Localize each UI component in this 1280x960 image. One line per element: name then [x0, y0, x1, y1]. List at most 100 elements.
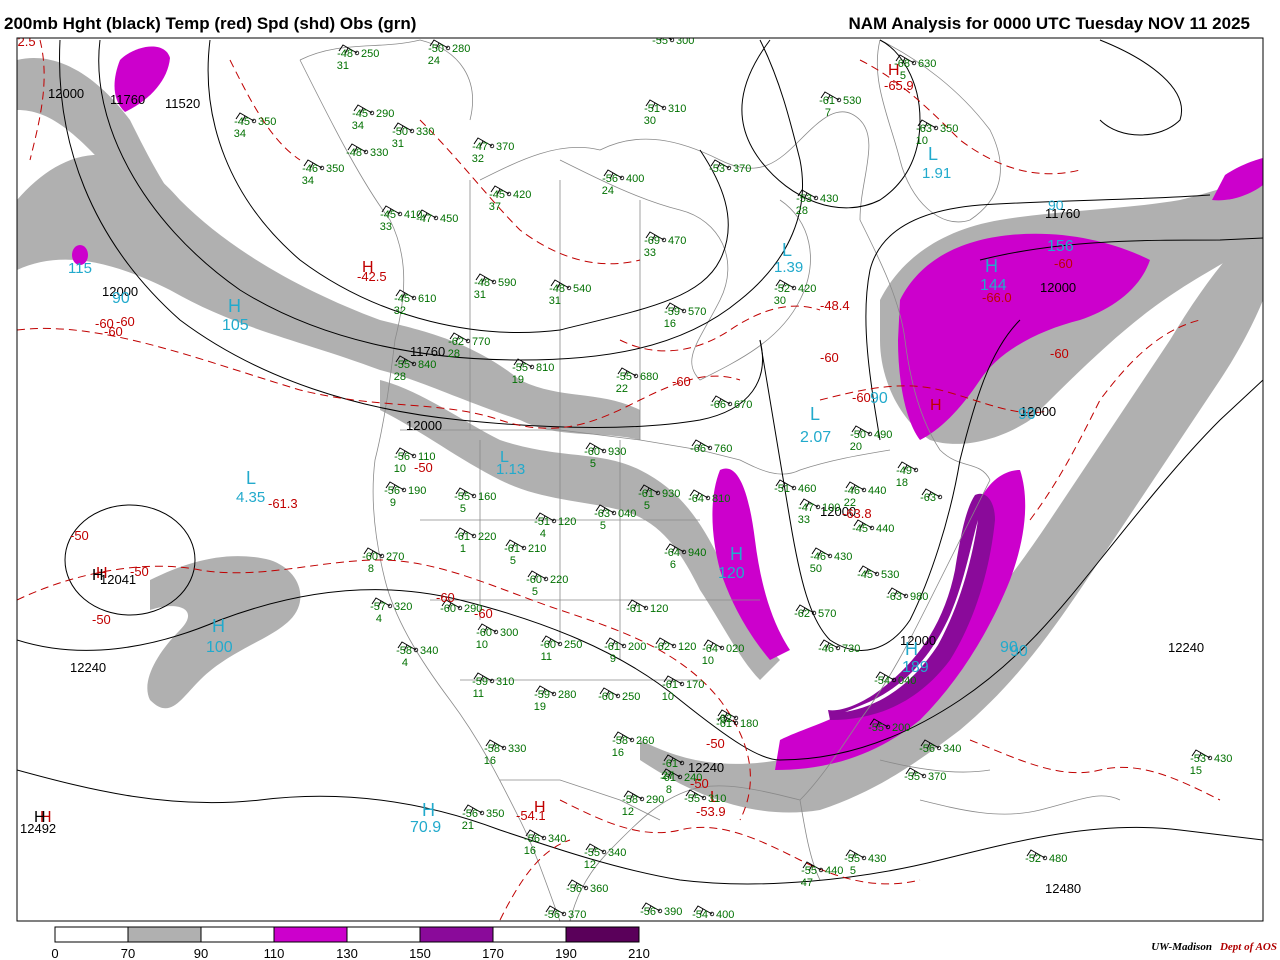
obs-height: 430 [868, 853, 886, 865]
obs-height: 570 [688, 306, 706, 318]
obs-depression: 5 [600, 520, 606, 532]
obs-height: 980 [910, 591, 928, 603]
weather-map: 12000 11760 115201200011760120001204112240… [6, 34, 1264, 960]
obs-temp: -55 [904, 771, 920, 783]
obs-height: 450 [440, 213, 458, 225]
obs-depression: 9 [610, 653, 616, 665]
obs-temp: -58 [612, 735, 628, 747]
obs-temp: -66 [710, 399, 726, 411]
obs-temp: -55 [512, 362, 528, 374]
obs-temp: -56 [524, 833, 540, 845]
obs-height: 460 [798, 483, 816, 495]
obs-temp: -60 [362, 551, 378, 563]
obs-temp: -60 [540, 639, 556, 651]
obs-temp: -56 [394, 451, 410, 463]
obs-height: 490 [874, 429, 892, 441]
center-label: 115 [68, 260, 92, 277]
center-label: 90 [1018, 406, 1036, 423]
center-label: 90 [112, 290, 130, 307]
obs-height: 020 [726, 643, 744, 655]
obs-temp: -51 [534, 516, 550, 528]
obs-depression: 33 [380, 221, 392, 233]
black-center: H [34, 809, 46, 826]
center-label: L [928, 144, 938, 164]
obs-depression: 5 [900, 70, 906, 82]
center-label: H [985, 256, 998, 276]
obs-height: 430 [1214, 753, 1232, 765]
obs-temp: -50 [392, 126, 408, 138]
obs-height: 100 [822, 502, 840, 514]
obs-temp: -55 [454, 491, 470, 503]
obs-temp: -57 [370, 601, 386, 613]
obs-temp: -45 [352, 108, 368, 120]
obs-depression: 10 [916, 135, 928, 147]
credit-dept: Dept of AOS [1219, 941, 1277, 953]
red-center: H [362, 259, 374, 276]
obs-depression: 6 [670, 559, 676, 571]
obs-height: 280 [452, 43, 470, 55]
obs-height: 420 [513, 189, 531, 201]
obs-height: 120 [558, 516, 576, 528]
obs-height: 810 [536, 362, 554, 374]
obs-depression: 4 [540, 528, 546, 540]
legend-tick: 190 [555, 946, 577, 960]
obs-height: 470 [668, 235, 686, 247]
obs-depression: 8 [368, 563, 374, 575]
obs-depression: 34 [302, 175, 314, 187]
obs-temp: -54 [692, 909, 708, 921]
obs-height: 760 [714, 443, 732, 455]
obs-depression: 16 [664, 318, 676, 330]
temp-label: -50 [130, 564, 149, 579]
obs-height: 110 [418, 451, 436, 463]
obs-temp: -60 [440, 603, 456, 615]
height-label: 12000 [406, 418, 442, 433]
obs-depression: 11 [473, 688, 484, 700]
center-label: 100 [206, 639, 233, 656]
obs-temp: -48 [346, 147, 362, 159]
obs-temp: -47 [472, 141, 488, 153]
obs-temp: -56 [544, 909, 560, 921]
obs-depression: 11 [541, 651, 552, 663]
obs-depression: 31 [392, 138, 404, 150]
obs-depression: 12 [584, 859, 596, 871]
obs-height: 310 [668, 103, 686, 115]
height-label: 12480 [1045, 881, 1081, 896]
obs-height: 610 [418, 293, 436, 305]
obs-height: 170 [686, 679, 704, 691]
obs-depression: 16 [612, 747, 624, 759]
obs-depression: 16 [484, 755, 496, 767]
obs-depression: 18 [896, 477, 908, 489]
obs-temp: -55 [394, 359, 410, 371]
obs-depression: 24 [602, 185, 614, 197]
obs-depression: 16 [524, 845, 536, 857]
temp-label: -60 [116, 314, 135, 329]
obs-height: 370 [496, 141, 514, 153]
obs-height: 360 [590, 883, 608, 895]
obs-height: 340 [548, 833, 566, 845]
obs-temp: -54 [874, 675, 890, 687]
temp-label: -42.5 [6, 34, 36, 49]
obs-height: 330 [508, 743, 526, 755]
obs-height: 300 [676, 35, 694, 47]
legend-swatch [565, 926, 640, 943]
obs-height: 220 [478, 531, 496, 543]
obs-temp: -48 [337, 48, 353, 60]
obs-height: 540 [573, 283, 591, 295]
obs-temp: -61 [662, 679, 678, 691]
obs-height: 120 [678, 641, 696, 653]
legend-swatch [54, 926, 129, 943]
center-label: L [810, 404, 820, 424]
obs-height: 350 [326, 163, 344, 175]
obs-temp: -61 [454, 531, 470, 543]
obs-temp: -53 [709, 163, 725, 175]
obs-depression: 5 [590, 458, 596, 470]
obs-temp: -68 [894, 58, 910, 70]
obs-depression: 24 [428, 55, 440, 67]
center-label: 1.91 [922, 165, 951, 182]
obs-height: 530 [843, 95, 861, 107]
obs-temp: -64 [664, 547, 680, 559]
obs-temp: -55 [616, 371, 632, 383]
center-label: H [228, 296, 241, 316]
obs-temp: -56 [640, 906, 656, 918]
obs-height: 280 [558, 689, 576, 701]
